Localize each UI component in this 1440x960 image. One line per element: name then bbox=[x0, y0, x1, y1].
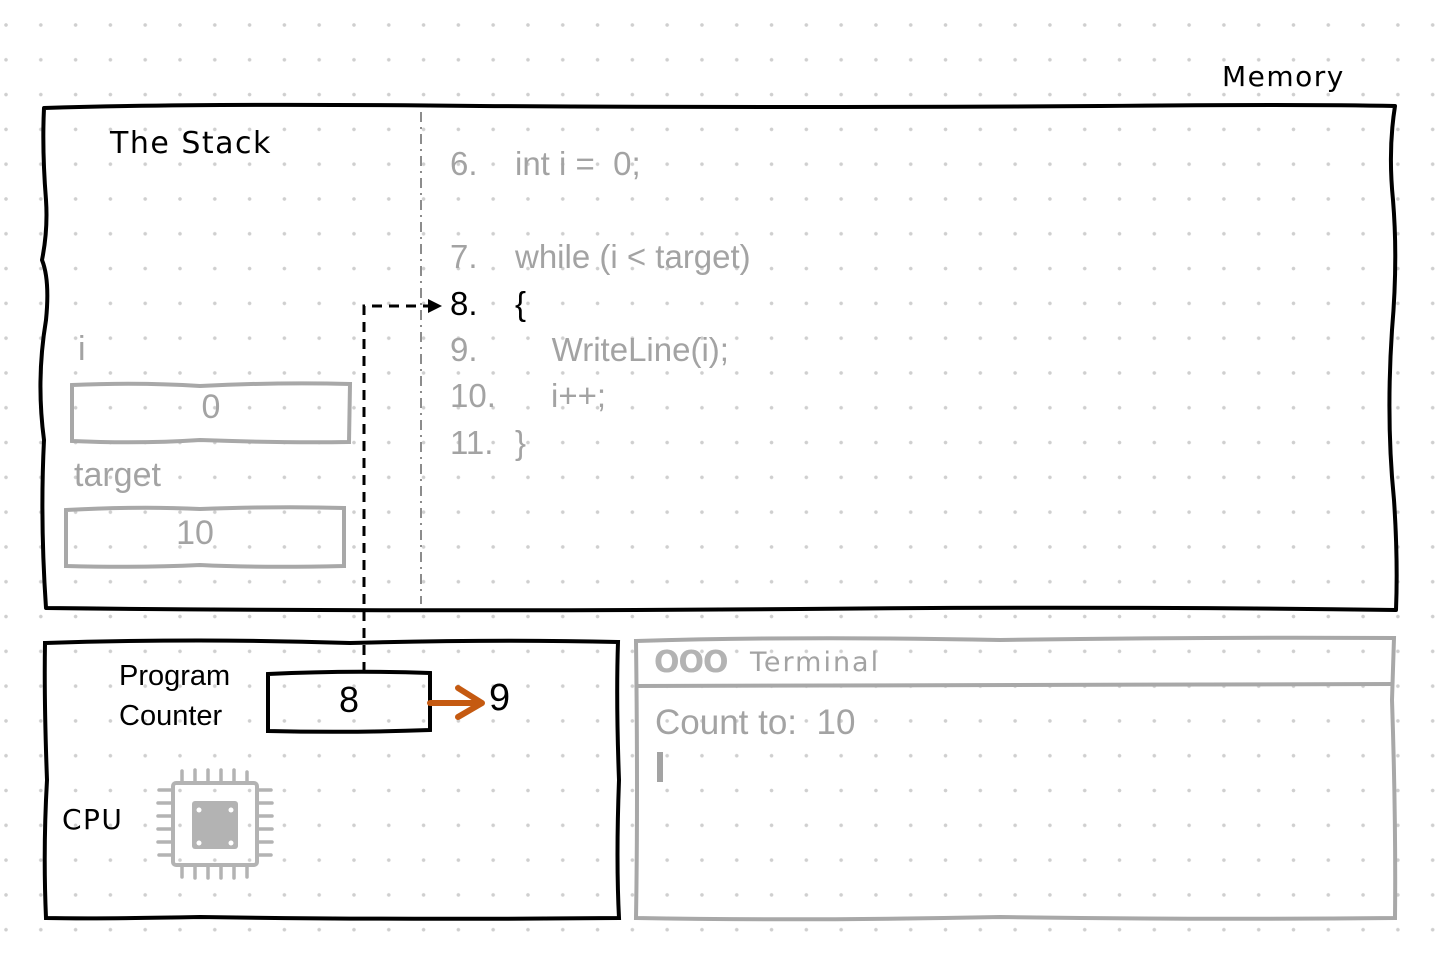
code-line-text: int i = 0; bbox=[515, 145, 641, 182]
terminal-titlebar-divider bbox=[635, 682, 1394, 688]
code-line-number: 11. bbox=[450, 424, 494, 461]
code-line-text: } bbox=[515, 424, 527, 461]
code-line-text: i++; bbox=[551, 377, 607, 414]
var-value-target: 10 bbox=[176, 514, 214, 552]
stack-title: The Stack bbox=[110, 126, 272, 161]
var-label-i: i bbox=[78, 330, 86, 368]
program-counter-label-line2: Counter bbox=[119, 700, 223, 732]
var-label-target: target bbox=[74, 456, 161, 494]
program-counter-label-line1: Program bbox=[119, 660, 231, 692]
terminal-prompt: Count to: bbox=[655, 703, 798, 742]
terminal-input-value: 10 bbox=[816, 703, 856, 742]
code-line-number: 6. bbox=[450, 145, 478, 182]
code-line-text-current: { bbox=[515, 285, 527, 322]
program-counter-value: 8 bbox=[338, 679, 360, 720]
terminal-cursor[interactable] bbox=[657, 752, 663, 782]
memory-title: Memory bbox=[1222, 60, 1345, 93]
code-line-text: WriteLine(i); bbox=[515, 331, 729, 368]
code-line-number-current: 8. bbox=[450, 285, 478, 322]
cpu-label: CPU bbox=[62, 803, 124, 836]
pc-pointer-arrowhead bbox=[428, 299, 442, 313]
program-counter-label: Program Counter bbox=[119, 656, 230, 736]
code-line-text: while (i < target) bbox=[515, 238, 751, 275]
code-line-number: 7. bbox=[450, 238, 478, 275]
terminal-box bbox=[633, 635, 1398, 922]
terminal-output-line: Count to: 10 bbox=[655, 703, 855, 743]
pc-pointer-line bbox=[362, 304, 428, 672]
program-counter-next-value: 9 bbox=[489, 677, 511, 719]
terminal-window-buttons[interactable]: OOO bbox=[654, 645, 729, 680]
var-value-i: 0 bbox=[201, 388, 221, 426]
terminal-title: Terminal bbox=[750, 647, 881, 678]
code-line-number: 10. bbox=[450, 377, 496, 414]
increment-arrow bbox=[427, 685, 485, 720]
code-line-number: 9. bbox=[450, 331, 478, 368]
cpu-chip-icon bbox=[156, 768, 274, 880]
